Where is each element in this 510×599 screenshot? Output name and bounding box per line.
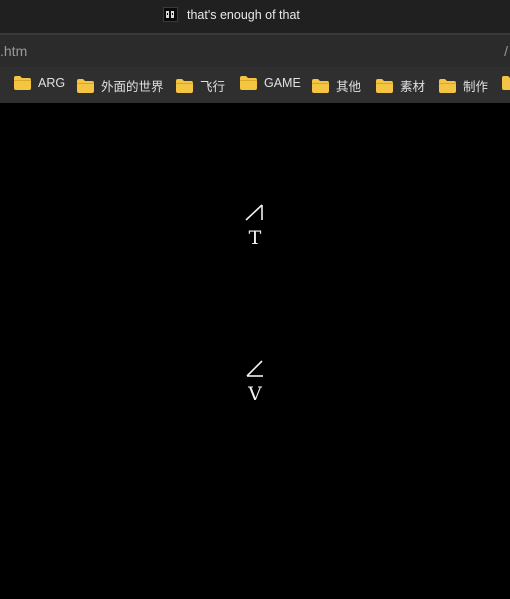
angle-symbol-icon — [246, 360, 263, 377]
glyph-item-t: T — [235, 203, 275, 249]
bookmark-folder-assets[interactable]: 素材 — [376, 76, 425, 95]
folder-icon — [176, 78, 193, 93]
folder-icon — [376, 78, 393, 93]
rising-slash-symbol-icon — [245, 204, 263, 221]
browser-title-bar: that's enough of that — [0, 0, 510, 33]
site-favicon-icon — [163, 7, 178, 22]
folder-icon — [14, 76, 31, 90]
address-url-text[interactable]: .htm — [0, 43, 27, 59]
bookmark-label: 飞行 — [200, 80, 226, 94]
bookmark-folder-make[interactable]: 制作 — [439, 76, 488, 95]
glyph-letter: V — [248, 383, 262, 405]
bookmark-folder-game[interactable]: GAME — [240, 76, 301, 90]
bookmark-label: ARG — [38, 76, 66, 90]
bookmark-folder-flight[interactable]: 飞行 — [176, 76, 225, 95]
bookmark-label: 外面的世界 — [101, 80, 164, 94]
bookmark-label: 制作 — [463, 80, 489, 94]
page-content: T V — [0, 103, 510, 599]
glyph-item-v: V — [235, 359, 275, 405]
bookmark-label: GAME — [264, 76, 301, 90]
bookmarks-bar: ARG 外面的世界 飞行 GAME 其他 素材 制作 — [0, 67, 510, 103]
bookmark-folder-overflow[interactable] — [502, 76, 510, 90]
folder-icon — [240, 76, 257, 90]
bookmark-label: 其他 — [336, 80, 362, 94]
folder-icon — [77, 78, 94, 93]
tab-title-group[interactable]: that's enough of that — [163, 7, 300, 22]
folder-icon — [439, 78, 456, 93]
folder-icon — [312, 78, 329, 93]
bookmark-label: 素材 — [400, 80, 426, 94]
folder-icon — [502, 76, 510, 90]
bookmark-folder-arg[interactable]: ARG — [14, 76, 65, 90]
glyph-letter: T — [248, 227, 262, 249]
address-bar[interactable]: .htm / — [0, 33, 510, 67]
bookmark-folder-other[interactable]: 其他 — [312, 76, 361, 95]
address-url-trailing-text: / — [504, 43, 508, 59]
bookmark-folder-outside-world[interactable]: 外面的世界 — [77, 76, 164, 95]
window-title: that's enough of that — [187, 7, 300, 22]
